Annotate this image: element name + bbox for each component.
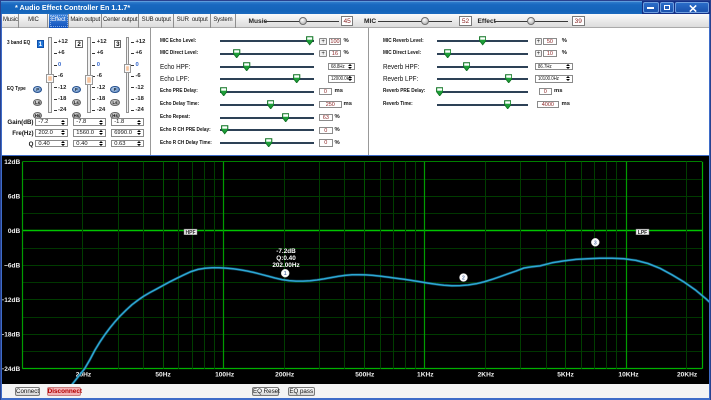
svg-text:2: 2 <box>462 275 465 281</box>
svg-text:202.00Hz: 202.00Hz <box>272 262 299 269</box>
svg-text:1: 1 <box>284 271 287 277</box>
svg-text:−24dB: −24dB <box>2 366 20 373</box>
svg-text:0dB: 0dB <box>8 228 21 235</box>
svg-text:5KHz: 5KHz <box>557 371 574 378</box>
svg-text:100Hz: 100Hz <box>215 371 235 378</box>
svg-text:10KHz: 10KHz <box>618 371 639 378</box>
svg-text:−12dB: −12dB <box>2 297 20 304</box>
svg-text:LPF: LPF <box>638 229 647 235</box>
svg-text:200Hz: 200Hz <box>275 371 295 378</box>
svg-text:50Hz: 50Hz <box>155 371 171 378</box>
svg-text:20KHz: 20KHz <box>677 371 698 378</box>
svg-text:−6dB: −6dB <box>4 262 20 269</box>
svg-text:−18dB: −18dB <box>2 331 20 338</box>
svg-text:HPF: HPF <box>186 229 196 235</box>
svg-text:Q:0.40: Q:0.40 <box>276 255 296 262</box>
svg-text:500Hz: 500Hz <box>355 371 375 378</box>
svg-text:3: 3 <box>594 240 597 246</box>
svg-text:-7.2dB: -7.2dB <box>276 248 296 255</box>
svg-text:6dB: 6dB <box>8 193 21 200</box>
svg-text:1KHz: 1KHz <box>417 371 434 378</box>
svg-text:12dB: 12dB <box>4 159 20 166</box>
svg-text:2KHz: 2KHz <box>478 371 495 378</box>
